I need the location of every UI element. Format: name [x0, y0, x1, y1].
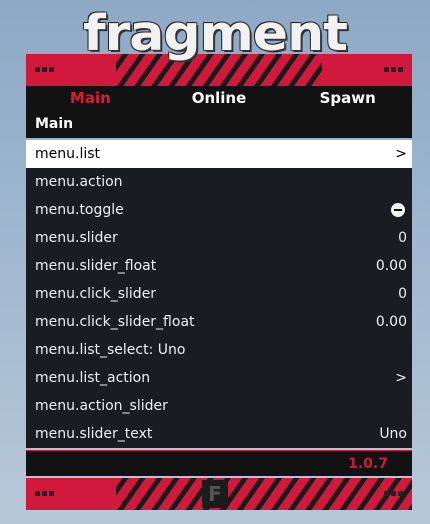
item-label: menu.action — [35, 174, 123, 190]
toggle-off-icon[interactable] — [391, 203, 405, 217]
item-label: menu.slider_text — [35, 426, 153, 442]
tab-online[interactable]: Online — [155, 89, 284, 107]
menu-item-toggle[interactable]: menu.toggle — [26, 196, 412, 224]
footer-dots-left — [35, 491, 54, 496]
item-label: menu.list_action — [35, 370, 151, 386]
menu-item-list-select[interactable]: menu.list_select: Uno — [26, 336, 412, 364]
menu-item-click-slider[interactable]: menu.click_slider 0 — [26, 280, 412, 308]
header-dots-right — [384, 67, 403, 72]
footer-logo-icon: F — [202, 480, 228, 508]
menu-item-click-slider-float[interactable]: menu.click_slider_float 0.00 — [26, 308, 412, 336]
item-label: menu.list_select: Uno — [35, 342, 186, 358]
menu-item-action[interactable]: menu.action — [26, 168, 412, 196]
menu-item-list-action[interactable]: menu.list_action > — [26, 364, 412, 392]
item-label: menu.slider — [35, 230, 118, 246]
item-label: menu.toggle — [35, 202, 124, 218]
tab-main[interactable]: Main — [26, 89, 155, 107]
menu-item-slider[interactable]: menu.slider 0 — [26, 224, 412, 252]
header-dots-left — [35, 67, 54, 72]
mod-menu: Main Online Spawn Main menu.list > menu.… — [26, 54, 412, 510]
item-value: 0.00 — [375, 314, 407, 330]
tab-bar: Main Online Spawn — [26, 86, 412, 110]
menu-item-list[interactable]: menu.list > — [26, 140, 412, 168]
item-value: 0.00 — [375, 258, 407, 274]
fragment-logo: fragment — [0, 6, 430, 62]
menu-items: menu.list > menu.action menu.toggle menu… — [26, 140, 412, 448]
chevron-right-icon: > — [395, 370, 407, 386]
version-label: 1.0.7 — [26, 450, 412, 476]
logo-text: fragment — [83, 5, 348, 63]
item-value: 0 — [398, 230, 407, 246]
footer-dots-right — [384, 491, 403, 496]
chevron-right-icon: > — [395, 146, 407, 162]
item-label: menu.click_slider_float — [35, 314, 195, 330]
item-label: menu.click_slider — [35, 286, 157, 302]
item-value: 0 — [398, 286, 407, 302]
menu-item-action-slider[interactable]: menu.action_slider — [26, 392, 412, 420]
item-label: menu.slider_float — [35, 258, 157, 274]
menu-item-slider-float[interactable]: menu.slider_float 0.00 — [26, 252, 412, 280]
footer-banner: F — [26, 478, 412, 510]
item-label: menu.action_slider — [35, 398, 168, 414]
section-title: Main — [26, 110, 412, 138]
menu-item-slider-text[interactable]: menu.slider_text Uno — [26, 420, 412, 448]
item-label: menu.list — [35, 146, 101, 162]
item-value: Uno — [379, 426, 407, 442]
tab-spawn[interactable]: Spawn — [283, 89, 412, 107]
